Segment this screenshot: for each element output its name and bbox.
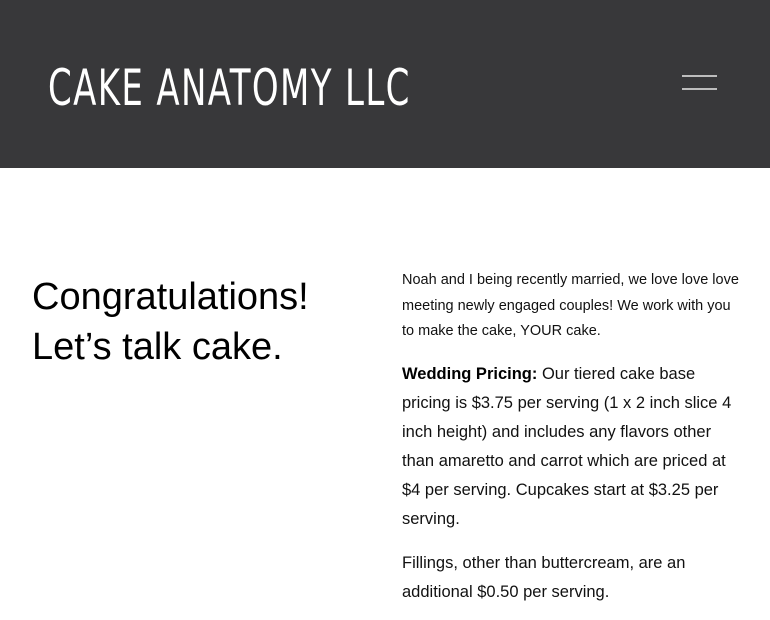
- hamburger-menu-icon-bar: [682, 88, 717, 90]
- wedding-pricing-label: Wedding Pricing:: [402, 364, 538, 383]
- content-column: Noah and I being recently married, we lo…: [402, 268, 742, 620]
- heading-line-1: Congratulations!: [32, 276, 309, 318]
- heading-line-2: Let’s talk cake.: [32, 326, 283, 368]
- site-title[interactable]: CAKE ANATOMY LLC: [48, 58, 411, 118]
- hamburger-menu-icon: [682, 75, 717, 77]
- site-header: CAKE ANATOMY LLC: [0, 0, 770, 168]
- page-heading: Congratulations! Let’s talk cake.: [32, 272, 309, 372]
- intro-paragraph: Noah and I being recently married, we lo…: [402, 272, 739, 339]
- fillings-paragraph: Fillings, other than buttercream, are an…: [402, 553, 686, 601]
- wedding-pricing-text: Our tiered cake base pricing is $3.75 pe…: [402, 364, 732, 528]
- wedding-pricing-paragraph: Wedding Pricing: Our tiered cake base pr…: [402, 360, 742, 534]
- menu-button[interactable]: [670, 64, 730, 104]
